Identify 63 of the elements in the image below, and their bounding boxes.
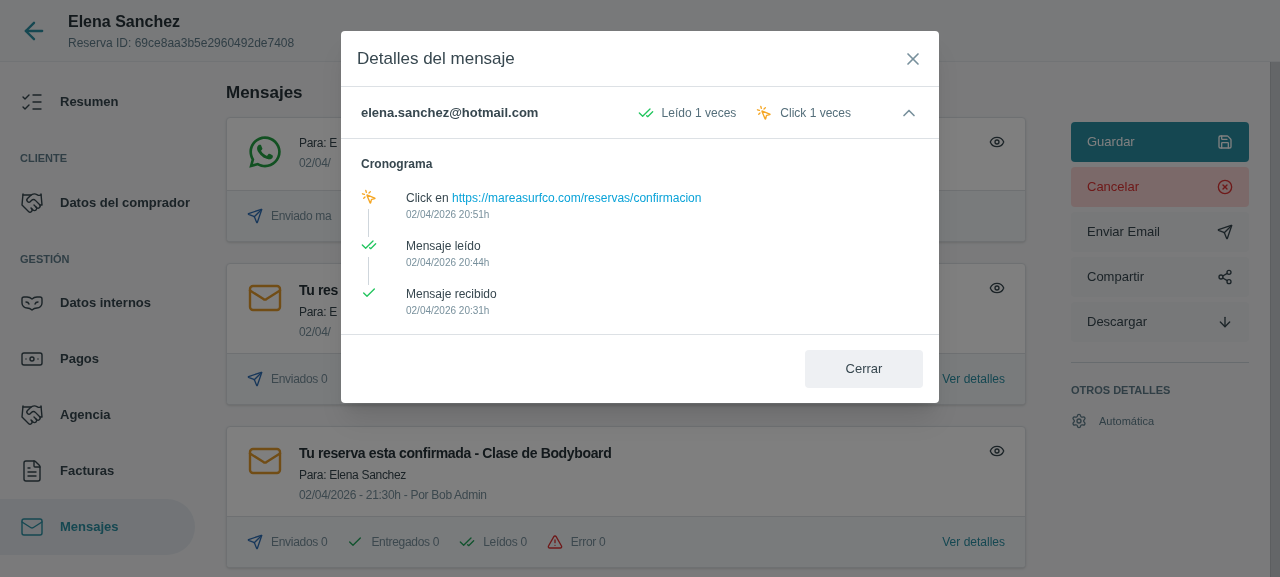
message-subject: Tu reserva esta confirmada - Clase de Bodyboard <box>299 443 612 463</box>
sidebar-item[interactable]: Mensajes <box>0 499 195 555</box>
pointer-click-icon <box>361 189 377 205</box>
pointer-click-icon <box>756 104 773 121</box>
warning-icon <box>546 533 563 550</box>
gear-icon <box>1071 412 1087 429</box>
recipient-email: elena.sanchez@hotmail.com <box>361 103 539 122</box>
sent-meta: 02/04/2026 - 21:30h - Por Bob Admin <box>299 486 487 504</box>
chat-bubble-phone-icon <box>247 133 283 170</box>
handshake-icon <box>20 403 44 427</box>
stat-label: Enviados 0 <box>271 370 328 388</box>
section-heading: OTROS DETALLES <box>1071 383 1172 398</box>
scrollbar[interactable] <box>1270 62 1280 577</box>
stat-label: Enviados 0 <box>271 533 328 551</box>
cancel-icon <box>1217 179 1233 195</box>
save-icon <box>1217 134 1233 150</box>
event-time: 02/04/2026 20:31h <box>406 304 490 318</box>
section-heading: CLIENTE <box>19 151 69 166</box>
action-button[interactable]: Cancelar <box>1071 167 1249 207</box>
booking-id: Reserva ID: 69ce8aa3b5e2960492de7408 <box>68 34 295 52</box>
send-icon <box>247 533 263 550</box>
share-icon <box>1217 269 1233 285</box>
mail-icon <box>20 515 44 539</box>
send-icon <box>247 207 263 224</box>
handshake-icon <box>20 190 44 215</box>
sidebar-item[interactable]: Agencia <box>0 387 195 443</box>
sidebar-item[interactable]: Facturas <box>0 443 195 499</box>
download-icon <box>1217 314 1233 330</box>
event-time: 02/04/2026 20:51h <box>406 208 490 222</box>
page-heading: Mensajes <box>226 82 304 104</box>
timeline-heading: Cronograma <box>361 156 434 173</box>
send-icon <box>247 370 263 387</box>
event-text: Mensaje leído <box>406 238 481 255</box>
event-time: 02/04/2026 20:44h <box>406 256 490 270</box>
stat-label: Enviado ma <box>271 207 332 225</box>
sidebar-item[interactable]: Datos del comprador <box>0 174 195 231</box>
action-button[interactable]: Guardar <box>1071 122 1249 162</box>
stat-label: Error 0 <box>570 533 606 551</box>
sidebar-item[interactable]: Resumen <box>0 74 195 130</box>
click-count: Click 1 veces <box>780 104 851 122</box>
close-button[interactable]: Cerrar <box>805 350 923 388</box>
send-icon <box>1217 224 1233 240</box>
event-text: Mensaje recibido <box>406 286 497 303</box>
details-link[interactable]: Ver detalles <box>942 532 1005 551</box>
stat-label: Entregados 0 <box>371 533 440 551</box>
section-heading: GESTIÓN <box>19 251 71 267</box>
recipient-text: Para: Elena Sanchez <box>299 466 407 484</box>
recipient-text: Para: E <box>299 303 337 321</box>
recipient-text: Para: E <box>299 134 337 152</box>
sidebar-item[interactable]: Datos internos <box>0 275 195 331</box>
sent-meta: 02/04/ <box>299 323 331 341</box>
stat-label: Leídos 0 <box>483 533 527 551</box>
event-text: Click en https://mareasurfco.com/reservas/confirmacion <box>406 190 702 207</box>
message-subject: Tu res <box>299 280 338 300</box>
customer-name: Elena Sanchez <box>68 11 182 32</box>
event-link[interactable]: https://mareasurfco.com/reservas/confirmacion <box>452 191 702 205</box>
detail-text: Automática <box>1099 413 1155 429</box>
sidebar-item[interactable]: Pagos <box>0 331 195 387</box>
document-icon <box>20 459 44 483</box>
dialog-title: Detalles del mensaje <box>357 47 515 70</box>
read-count: Leído 1 veces <box>661 104 737 122</box>
sent-meta: 02/04/ <box>299 154 331 172</box>
details-link[interactable]: Ver detalles <box>942 369 1005 388</box>
